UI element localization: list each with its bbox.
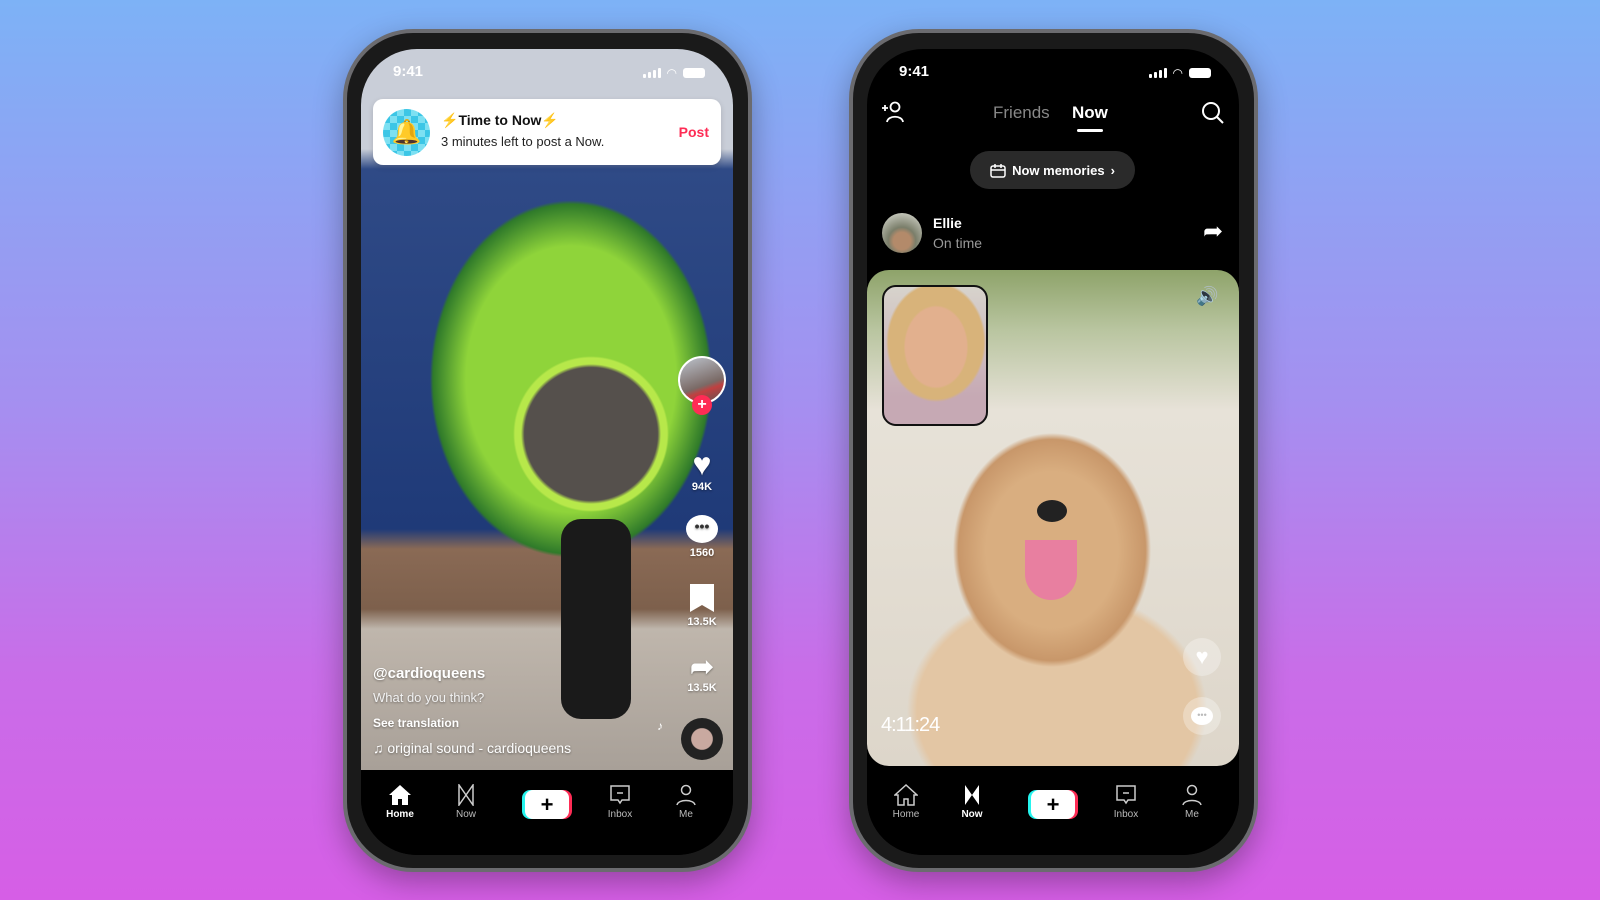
tab-now[interactable]: Now — [1072, 103, 1108, 123]
bookmark-icon — [690, 584, 714, 612]
add-friend-icon[interactable] — [881, 101, 905, 123]
home-icon — [389, 785, 411, 805]
status-time: 9:41 — [393, 63, 424, 80]
chevron-right-icon: › — [1110, 162, 1115, 178]
bolt-icon: ⚡ — [541, 112, 559, 128]
nav-label: Now — [455, 809, 476, 820]
wifi-icon: ◠ — [666, 66, 677, 80]
caption-text: What do you think? — [373, 690, 485, 705]
tab-friends[interactable]: Friends — [993, 103, 1050, 123]
signal-icon — [1148, 68, 1167, 78]
nav-label: Inbox — [607, 809, 633, 820]
heart-icon: ♥ — [1195, 644, 1209, 669]
nav-label: Me — [679, 809, 693, 820]
nav-now[interactable]: Now — [436, 784, 496, 820]
dog-nose — [1037, 500, 1067, 522]
bolt-icon: ⚡ — [441, 112, 459, 128]
signal-icon — [642, 68, 661, 78]
battery-icon — [1189, 68, 1211, 78]
nav-label: Home — [386, 809, 414, 820]
save-count: 13.5K — [687, 616, 717, 628]
search-icon[interactable] — [1201, 101, 1225, 125]
username[interactable]: @cardioqueens — [373, 665, 485, 682]
music-disc[interactable] — [681, 718, 723, 760]
home-icon — [894, 784, 918, 806]
dog-tongue — [1025, 540, 1077, 600]
selfie-inset[interactable] — [882, 285, 988, 426]
like-button[interactable]: ♥ — [1183, 638, 1221, 676]
profile-icon — [1182, 784, 1202, 806]
share-count: 13.5K — [687, 682, 717, 694]
user-avatar[interactable] — [882, 213, 922, 253]
share-icon: ➦ — [690, 651, 714, 682]
active-tab-indicator — [1077, 129, 1103, 132]
wifi-icon: ◠ — [1172, 66, 1183, 80]
capture-timestamp: 4:11:24 — [881, 714, 940, 736]
now-icon — [965, 785, 979, 805]
calendar-icon — [990, 163, 1006, 178]
bottom-nav: Home Now + Inbox Me — [867, 770, 1239, 855]
notification-banner[interactable]: 🔔 ⚡Time to Now⚡ 3 minutes left to post a… — [373, 99, 721, 165]
sound-label: original sound - cardioqueens — [387, 740, 572, 756]
nav-now[interactable]: Now — [942, 784, 1002, 820]
nav-label: Home — [892, 809, 920, 820]
like-button[interactable]: ♥ 94K — [672, 447, 732, 493]
for-you-screen: 9:41 ◠ 🔔 ⚡Time to Now⚡ 3 minutes left to… — [361, 49, 733, 855]
nav-home[interactable]: Home — [876, 784, 936, 820]
follow-plus-icon[interactable]: + — [692, 395, 712, 415]
now-icon — [458, 784, 474, 806]
now-memories-label: Now memories — [1012, 162, 1105, 178]
plus-icon: + — [540, 791, 554, 817]
status-icons: ◠ — [642, 66, 705, 80]
comment-button[interactable]: ••• 1560 — [672, 515, 732, 559]
music-note-icon: ♫ — [373, 740, 388, 756]
comment-icon: ••• — [1191, 707, 1213, 725]
comment-button[interactable]: ••• — [1183, 697, 1221, 735]
post-button[interactable]: Post — [679, 124, 709, 140]
battery-icon — [683, 68, 705, 78]
sound-link[interactable]: ♫ original sound - cardioqueens — [373, 740, 571, 756]
notification-title: ⚡Time to Now⚡ — [441, 112, 559, 129]
save-button[interactable]: 13.5K — [672, 584, 732, 628]
bottom-nav: Home Now + Inbox Me — [361, 770, 733, 855]
now-memories-button[interactable]: Now memories › — [970, 151, 1135, 189]
music-notes-icon: ♪ — [657, 719, 663, 733]
nav-label: Inbox — [1113, 809, 1139, 820]
nav-inbox[interactable]: Inbox — [590, 784, 650, 820]
post-status: On time — [933, 235, 983, 251]
notification-subtitle: 3 minutes left to post a Now. — [441, 134, 605, 149]
inbox-icon — [1116, 785, 1136, 805]
like-count: 94K — [691, 481, 713, 493]
nav-inbox[interactable]: Inbox — [1096, 784, 1156, 820]
status-icons: ◠ — [1148, 66, 1211, 80]
create-button[interactable]: + — [1031, 790, 1075, 819]
create-button[interactable]: + — [525, 790, 569, 819]
profile-icon — [676, 784, 696, 806]
comment-icon: ••• — [686, 515, 718, 543]
share-icon[interactable]: ➦ — [1203, 217, 1223, 246]
bell-icon: 🔔 — [383, 109, 430, 156]
share-button[interactable]: ➦ 13.5K — [672, 651, 732, 695]
comment-count: 1560 — [689, 547, 715, 559]
user-name[interactable]: Ellie — [933, 215, 962, 231]
nav-me[interactable]: Me — [1162, 784, 1222, 820]
heart-icon: ♥ — [692, 446, 712, 482]
nav-me[interactable]: Me — [656, 784, 716, 820]
nav-home[interactable]: Home — [370, 784, 430, 820]
nav-label: Me — [1185, 809, 1199, 820]
plus-icon: + — [1046, 791, 1060, 817]
inbox-icon — [610, 785, 630, 805]
left-phone: 9:41 ◠ 🔔 ⚡Time to Now⚡ 3 minutes left to… — [343, 29, 752, 872]
right-phone: 9:41 ◠ Friends Now Now memories › Ellie O… — [849, 29, 1258, 872]
performer-legs — [561, 519, 631, 719]
nav-label: Now — [961, 809, 983, 820]
speaker-icon[interactable]: 🔊 — [1196, 286, 1218, 307]
status-time: 9:41 — [899, 63, 930, 80]
notification-title-text: Time to Now — [458, 112, 542, 128]
see-translation-link[interactable]: See translation — [373, 716, 459, 730]
now-photo[interactable]: 🔊 ♥ ••• 4:11:24 — [867, 270, 1239, 766]
now-screen: 9:41 ◠ Friends Now Now memories › Ellie O… — [867, 49, 1239, 855]
